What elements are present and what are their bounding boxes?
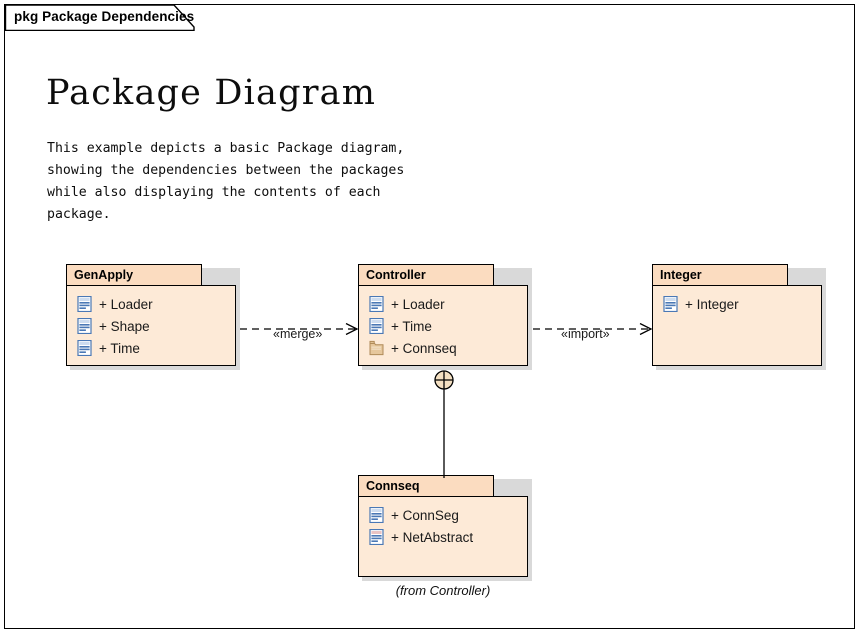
package-integer[interactable]: Integer + Integer <box>652 264 826 370</box>
containment-circle <box>434 370 454 390</box>
package-body: + Loader + Time + Connseq <box>358 285 528 366</box>
package-header: Integer <box>652 264 788 286</box>
package-members-list: + Integer <box>663 293 817 315</box>
member-label: + Time <box>391 318 432 334</box>
list-item[interactable]: + Shape <box>77 315 231 337</box>
class-icon <box>369 318 384 334</box>
member-label: + Connseq <box>391 340 457 356</box>
package-folder-icon <box>369 340 384 356</box>
import-connector-label: «import» <box>561 327 610 341</box>
package-source-caption: (from Controller) <box>395 583 491 598</box>
member-label: + Loader <box>99 296 153 312</box>
package-name-label: Connseq <box>366 479 420 493</box>
class-icon <box>369 507 384 523</box>
package-name-label: Integer <box>660 268 702 282</box>
package-header: Controller <box>358 264 494 286</box>
list-item[interactable]: + ConnSeg <box>369 504 523 526</box>
member-label: + Integer <box>685 296 739 312</box>
member-label: + ConnSeg <box>391 507 459 523</box>
member-label: + Shape <box>99 318 150 334</box>
package-genapply[interactable]: GenApply + Loader + Shape + Time <box>66 264 240 370</box>
class-icon <box>77 296 92 312</box>
list-item[interactable]: + Integer <box>663 293 817 315</box>
page-title: Package Diagram <box>46 73 377 113</box>
class-icon <box>369 296 384 312</box>
package-members-list: + ConnSeg + NetAbstract <box>369 504 523 548</box>
member-label: + Time <box>99 340 140 356</box>
class-icon <box>369 529 384 545</box>
package-header: GenApply <box>66 264 202 286</box>
package-name-label: GenApply <box>74 268 134 282</box>
package-connseq[interactable]: Connseq + ConnSeg + NetAbstract (from Co… <box>358 475 532 598</box>
member-label: + Loader <box>391 296 445 312</box>
frame-name-label: pkg Package Dependencies <box>14 9 195 24</box>
diagram-frame: pkg Package Dependencies Package Diagram… <box>4 4 855 629</box>
package-controller[interactable]: Controller + Loader + Time + Connseq <box>358 264 532 370</box>
package-members-list: + Loader + Time + Connseq <box>369 293 523 359</box>
list-item[interactable]: + Loader <box>77 293 231 315</box>
package-members-list: + Loader + Shape + Time <box>77 293 231 359</box>
class-icon <box>77 318 92 334</box>
description-text: This example depicts a basic Package dia… <box>47 141 405 222</box>
package-body: + Loader + Shape + Time <box>66 285 236 366</box>
list-item[interactable]: + Connseq <box>369 337 523 359</box>
list-item[interactable]: + NetAbstract <box>369 526 523 548</box>
list-item[interactable]: + Time <box>77 337 231 359</box>
package-body: + ConnSeg + NetAbstract <box>358 496 528 577</box>
list-item[interactable]: + Time <box>369 315 523 337</box>
package-header: Connseq <box>358 475 494 497</box>
package-name-label: Controller <box>366 268 426 282</box>
class-icon <box>77 340 92 356</box>
package-body: + Integer <box>652 285 822 366</box>
frame-name-tab: pkg Package Dependencies <box>5 5 195 31</box>
list-item[interactable]: + Loader <box>369 293 523 315</box>
member-label: + NetAbstract <box>391 529 474 545</box>
class-icon <box>663 296 678 312</box>
merge-connector-label: «merge» <box>273 327 323 341</box>
